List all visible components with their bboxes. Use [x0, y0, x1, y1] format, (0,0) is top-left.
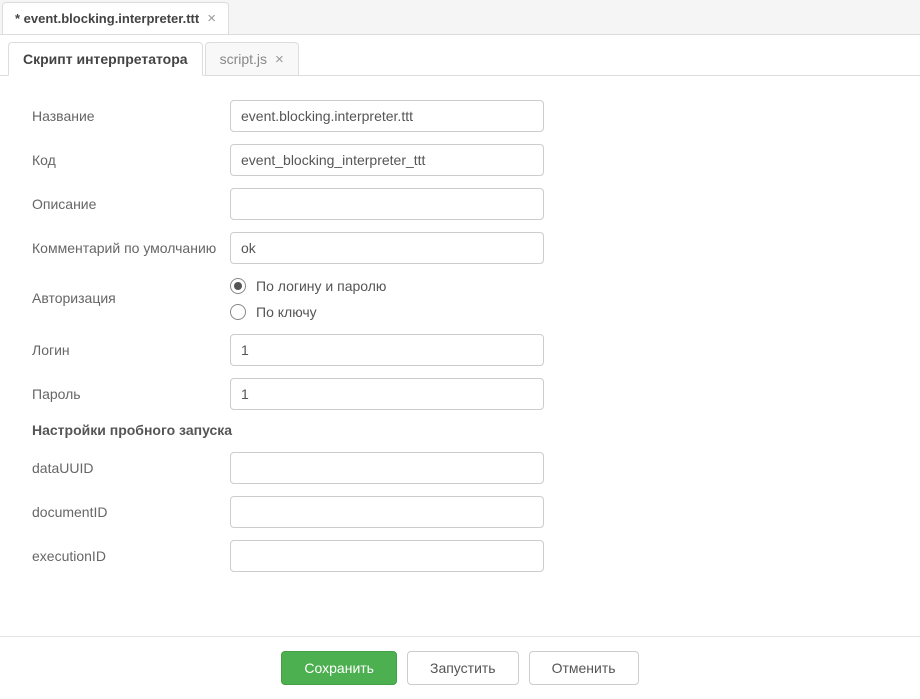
radio-icon — [230, 278, 246, 294]
tab-interpreter-script[interactable]: Скрипт интерпретатора — [8, 42, 203, 76]
document-id-input[interactable] — [230, 496, 544, 528]
form-content: Название Код Описание Комментарий по умо… — [0, 76, 920, 636]
inner-tab-label: script.js — [220, 51, 267, 67]
close-icon[interactable]: × — [207, 11, 216, 26]
run-button[interactable]: Запустить — [407, 651, 519, 685]
footer-actions: Сохранить Запустить Отменить — [0, 636, 920, 699]
description-input[interactable] — [230, 188, 544, 220]
inner-tab-label: Скрипт интерпретатора — [23, 51, 188, 67]
document-id-label: documentID — [32, 504, 230, 520]
outer-tabs: * event.blocking.interpreter.ttt × — [0, 0, 920, 35]
auth-radio-group: По логину и паролю По ключу — [230, 276, 386, 322]
password-label: Пароль — [32, 386, 230, 402]
auth-radio-by-login[interactable]: По логину и паролю — [230, 278, 386, 294]
save-button[interactable]: Сохранить — [281, 651, 397, 685]
default-comment-input[interactable] — [230, 232, 544, 264]
auth-option-label: По логину и паролю — [256, 278, 386, 294]
default-comment-label: Комментарий по умолчанию — [32, 240, 230, 256]
description-label: Описание — [32, 196, 230, 212]
inner-tabs: Скрипт интерпретатора script.js × — [0, 35, 920, 76]
outer-tab[interactable]: * event.blocking.interpreter.ttt × — [2, 2, 229, 34]
name-input[interactable] — [230, 100, 544, 132]
outer-tab-title: * event.blocking.interpreter.ttt — [15, 11, 199, 26]
code-input[interactable] — [230, 144, 544, 176]
execution-id-label: executionID — [32, 548, 230, 564]
radio-icon — [230, 304, 246, 320]
data-uuid-label: dataUUID — [32, 460, 230, 476]
close-icon[interactable]: × — [275, 52, 284, 67]
code-label: Код — [32, 152, 230, 168]
execution-id-input[interactable] — [230, 540, 544, 572]
tab-script-js[interactable]: script.js × — [205, 42, 299, 76]
data-uuid-input[interactable] — [230, 452, 544, 484]
auth-radio-by-key[interactable]: По ключу — [230, 304, 386, 320]
login-input[interactable] — [230, 334, 544, 366]
auth-label: Авторизация — [32, 276, 230, 306]
login-label: Логин — [32, 342, 230, 358]
trial-settings-header: Настройки пробного запуска — [32, 422, 888, 438]
cancel-button[interactable]: Отменить — [529, 651, 639, 685]
password-input[interactable] — [230, 378, 544, 410]
auth-option-label: По ключу — [256, 304, 317, 320]
name-label: Название — [32, 108, 230, 124]
